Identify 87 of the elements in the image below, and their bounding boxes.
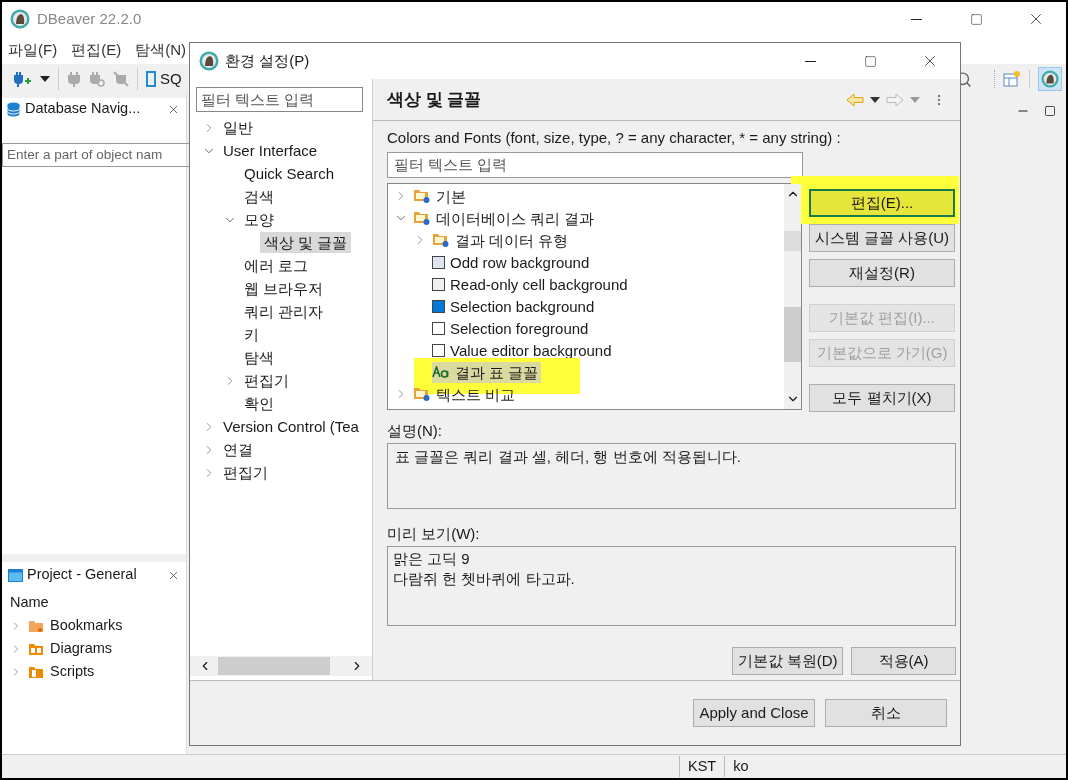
tree-item[interactable]: Diagrams bbox=[50, 637, 113, 660]
preview-text: 맑은 고딕 9 bbox=[393, 549, 471, 569]
tree-item[interactable]: 탐색 bbox=[240, 347, 278, 368]
vertical-scrollbar[interactable] bbox=[784, 184, 801, 409]
scrollbar-thumb[interactable] bbox=[218, 657, 330, 675]
tree-item[interactable]: Read-only cell background bbox=[432, 273, 631, 295]
perspective-icon[interactable] bbox=[1003, 70, 1021, 88]
app-logo-icon bbox=[199, 51, 219, 71]
minimize-icon bbox=[910, 18, 922, 20]
apply-and-close-button[interactable]: Apply and Close bbox=[693, 699, 815, 727]
folder-icon bbox=[413, 188, 431, 204]
preview-text: 다람쥐 헌 쳇바퀴에 타고파. bbox=[393, 569, 576, 589]
folder-icon bbox=[28, 664, 44, 679]
tree-item[interactable]: 쿼리 관리자 bbox=[240, 301, 328, 322]
maximize-icon bbox=[969, 12, 983, 26]
tree-item[interactable]: User Interface bbox=[219, 140, 322, 161]
plug-refresh-icon[interactable] bbox=[89, 71, 105, 87]
dropdown-caret-icon[interactable] bbox=[40, 76, 50, 82]
forward-arrow-icon[interactable] bbox=[886, 92, 904, 107]
horizontal-scrollbar[interactable] bbox=[190, 656, 372, 676]
plug-add-icon[interactable] bbox=[12, 70, 32, 88]
tree-item[interactable]: 데이터베이스 쿼리 결과 bbox=[413, 207, 598, 229]
maximize-icon[interactable] bbox=[1044, 105, 1056, 117]
action-button[interactable]: 모두 펼치기(X) bbox=[809, 384, 955, 412]
action-button[interactable]: 시스템 글꼴 사용(U) bbox=[809, 224, 955, 252]
maximize-icon bbox=[863, 54, 877, 68]
app-logo-icon bbox=[1041, 70, 1059, 88]
menu-item[interactable]: 탐색(N) bbox=[135, 38, 186, 62]
back-arrow-icon[interactable] bbox=[846, 92, 864, 107]
tree-item[interactable]: 일반 bbox=[219, 117, 257, 138]
tree-item[interactable]: 확인 bbox=[240, 393, 278, 414]
apply-button[interactable]: 적용(A) bbox=[851, 647, 956, 675]
filter-field[interactable]: 필터 텍스트 입력 bbox=[196, 87, 363, 112]
tree-item[interactable]: Quick Search bbox=[240, 163, 339, 184]
cancel-button[interactable]: 취소 bbox=[825, 699, 947, 727]
plug-disconnect-icon[interactable] bbox=[113, 71, 129, 87]
dialog-title: 환경 설정(P) bbox=[225, 50, 310, 71]
folder-icon bbox=[28, 641, 44, 656]
folder-icon bbox=[28, 618, 44, 633]
tree-item[interactable]: Scripts bbox=[50, 660, 95, 683]
menu-item[interactable]: 편집(E) bbox=[71, 38, 122, 62]
action-button[interactable]: 재설정(R) bbox=[809, 259, 955, 287]
description-box: 표 글꼴은 쿼리 결과 셀, 헤더, 행 번호에 적용됩니다. bbox=[387, 443, 956, 509]
folder-icon bbox=[413, 386, 431, 402]
column-header[interactable]: Name bbox=[2, 592, 186, 614]
folder-icon bbox=[413, 210, 431, 226]
tree-item[interactable]: 결과 표 글꼴 bbox=[432, 361, 542, 383]
action-button[interactable]: 편집(E)... bbox=[809, 189, 955, 217]
tree-item[interactable]: 기본 bbox=[413, 185, 469, 207]
filter-field[interactable]: 필터 텍스트 입력 bbox=[387, 152, 803, 178]
app-logo-icon bbox=[10, 9, 30, 29]
dropdown-caret-icon[interactable] bbox=[870, 96, 880, 103]
window-icon bbox=[8, 568, 23, 582]
field-label: 설명(N): bbox=[387, 421, 443, 441]
status-field: ko bbox=[724, 755, 757, 778]
tree-item[interactable]: Value editor background bbox=[432, 339, 615, 361]
tree-item[interactable]: 모양 bbox=[240, 209, 278, 230]
sql-editor-button[interactable]: SQ bbox=[146, 67, 182, 91]
plug-icon[interactable] bbox=[67, 71, 81, 87]
tree-item[interactable]: Selection foreground bbox=[432, 317, 592, 339]
tree-item[interactable]: 편집기 bbox=[240, 370, 293, 391]
folder-icon bbox=[432, 232, 450, 248]
tree-item[interactable]: 결과 데이터 유형 bbox=[432, 229, 572, 251]
tree-item[interactable]: Odd row background bbox=[432, 251, 593, 273]
perspective-button[interactable] bbox=[1038, 67, 1062, 91]
tree-item[interactable]: 편집기 bbox=[219, 462, 272, 483]
tree-item[interactable]: Bookmarks bbox=[50, 614, 123, 637]
tree-item[interactable]: 검색 bbox=[240, 186, 278, 207]
scrollbar-thumb[interactable] bbox=[784, 307, 801, 362]
database-icon bbox=[6, 101, 21, 117]
menu-item[interactable]: 파일(F) bbox=[8, 38, 58, 62]
page-title: 색상 및 글꼴 bbox=[387, 88, 482, 111]
script-icon bbox=[146, 71, 156, 87]
window-title: DBeaver 22.2.0 bbox=[37, 8, 142, 29]
tree-item[interactable]: 연결 bbox=[219, 439, 257, 460]
tree-item[interactable]: 키 bbox=[240, 324, 263, 345]
tree-item[interactable]: 에러 로그 bbox=[240, 255, 313, 276]
tree-item[interactable]: 웹 브라우저 bbox=[240, 278, 328, 299]
instruction-text: Colors and Fonts (font, size, type, ? = any character, * = any string) : bbox=[387, 128, 842, 148]
status-field: KST bbox=[679, 755, 725, 778]
field-label: 미리 보기(W): bbox=[387, 524, 481, 544]
minimize-icon bbox=[804, 60, 816, 62]
restore-defaults-button[interactable]: 기본값 복원(D) bbox=[732, 647, 843, 675]
tree-item[interactable]: Version Control (Tea bbox=[219, 416, 363, 437]
tree-item[interactable]: 색상 및 글꼴 bbox=[260, 232, 352, 253]
font-icon bbox=[432, 366, 450, 378]
tree-item[interactable]: Selection background bbox=[432, 295, 598, 317]
